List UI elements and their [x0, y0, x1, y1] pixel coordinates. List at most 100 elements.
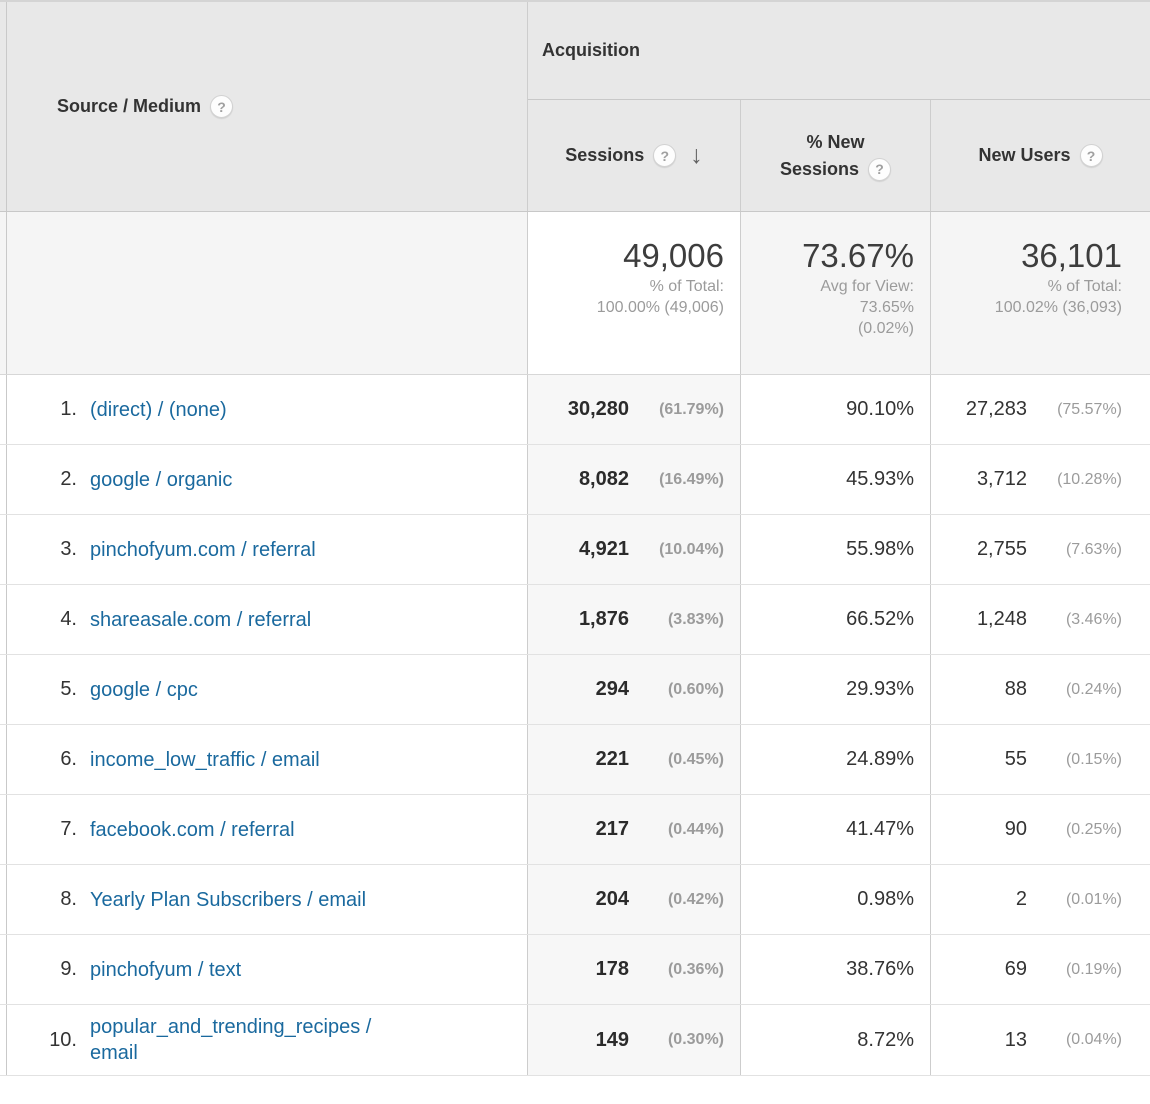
table-body: 1. (direct) / (none) 30,280 (61.79%) 90.…: [0, 375, 1150, 1076]
sessions-total: 49,006: [528, 236, 724, 276]
pct-new-sessions-value: 66.52%: [846, 608, 914, 631]
source-medium-link[interactable]: pinchofyum / text: [90, 957, 241, 983]
pct-new-sessions-value: 41.47%: [846, 818, 914, 841]
sessions-header-label[interactable]: Sessions: [565, 145, 644, 166]
new-users-cell: 1,248 (3.46%): [931, 585, 1150, 654]
table-row: 4. shareasale.com / referral 1,876 (3.83…: [0, 585, 1150, 655]
summary-new-users-cell: 36,101 % of Total: 100.02% (36,093): [931, 212, 1150, 374]
left-gutter: [0, 2, 7, 211]
pct-new-sessions-cell: 38.76%: [741, 935, 931, 1004]
new-users-percent: (0.01%): [1027, 891, 1122, 909]
dimension-cell: 5. google / cpc: [7, 655, 528, 724]
pct-new-sessions-value: 8.72%: [857, 1029, 914, 1052]
source-medium-link[interactable]: popular_and_trending_recipes / email: [90, 1014, 390, 1066]
pct-new-sessions-cell: 8.72%: [741, 1005, 931, 1075]
left-gutter: [0, 655, 7, 724]
sessions-cell: 4,921 (10.04%): [528, 515, 741, 584]
source-medium-link[interactable]: Yearly Plan Subscribers / email: [90, 887, 366, 913]
left-gutter: [0, 725, 7, 794]
sessions-percent: (0.60%): [629, 681, 724, 699]
sessions-value: 221: [596, 748, 629, 771]
new-users-value: 2,755: [977, 538, 1027, 561]
table-row: 3. pinchofyum.com / referral 4,921 (10.0…: [0, 515, 1150, 585]
sort-descending-icon[interactable]: ↓: [690, 143, 703, 168]
sessions-percent: (0.36%): [629, 961, 724, 979]
new-users-value: 13: [1005, 1029, 1027, 1052]
new-users-value: 27,283: [966, 398, 1027, 421]
source-medium-link[interactable]: facebook.com / referral: [90, 817, 295, 843]
pct-new-sessions-delta: (0.02%): [741, 318, 914, 339]
table-header: Source / Medium ? Acquisition Sessions ?…: [0, 2, 1150, 212]
source-medium-link[interactable]: pinchofyum.com / referral: [90, 537, 316, 563]
new-users-value: 69: [1005, 958, 1027, 981]
row-rank: 7.: [7, 818, 77, 841]
sessions-cell: 204 (0.42%): [528, 865, 741, 934]
sessions-value: 4,921: [579, 538, 629, 561]
new-users-value: 55: [1005, 748, 1027, 771]
sessions-cell: 221 (0.45%): [528, 725, 741, 794]
new-users-value: 3,712: [977, 468, 1027, 491]
table-row: 9. pinchofyum / text 178 (0.36%) 38.76% …: [0, 935, 1150, 1005]
sessions-total-detail: 100.00% (49,006): [528, 297, 724, 318]
sessions-percent: (0.42%): [629, 891, 724, 909]
pct-new-sessions-cell: 29.93%: [741, 655, 931, 724]
pct-new-sessions-cell: 45.93%: [741, 445, 931, 514]
pct-new-sessions-value: 55.98%: [846, 538, 914, 561]
column-header-pct-new-sessions[interactable]: % New Sessions?: [741, 100, 931, 211]
new-users-header-label[interactable]: New Users: [978, 145, 1070, 166]
sessions-percent: (0.45%): [629, 751, 724, 769]
dimension-header-label[interactable]: Source / Medium: [57, 96, 201, 117]
left-gutter: [0, 515, 7, 584]
pct-new-sessions-caption: Avg for View:: [741, 276, 914, 297]
row-rank: 3.: [7, 538, 77, 561]
help-icon[interactable]: ?: [210, 95, 233, 118]
pct-new-sessions-cell: 41.47%: [741, 795, 931, 864]
column-header-new-users[interactable]: New Users ?: [931, 100, 1150, 211]
help-icon[interactable]: ?: [1080, 144, 1103, 167]
sessions-percent: (16.49%): [629, 471, 724, 489]
sessions-value: 204: [596, 888, 629, 911]
new-users-cell: 13 (0.04%): [931, 1005, 1150, 1075]
source-medium-link[interactable]: google / organic: [90, 467, 232, 493]
row-rank: 4.: [7, 608, 77, 631]
sessions-cell: 178 (0.36%): [528, 935, 741, 1004]
pct-new-sessions-header-label[interactable]: % New Sessions?: [770, 129, 902, 183]
table-row: 1. (direct) / (none) 30,280 (61.79%) 90.…: [0, 375, 1150, 445]
sessions-value: 178: [596, 958, 629, 981]
source-medium-link[interactable]: google / cpc: [90, 677, 198, 703]
source-medium-link[interactable]: (direct) / (none): [90, 397, 227, 423]
sessions-cell: 8,082 (16.49%): [528, 445, 741, 514]
left-gutter: [0, 865, 7, 934]
new-users-percent: (10.28%): [1027, 471, 1122, 489]
new-users-value: 90: [1005, 818, 1027, 841]
sessions-cell: 294 (0.60%): [528, 655, 741, 724]
sessions-value: 217: [596, 818, 629, 841]
table-row: 8. Yearly Plan Subscribers / email 204 (…: [0, 865, 1150, 935]
help-icon[interactable]: ?: [653, 144, 676, 167]
dimension-cell: 8. Yearly Plan Subscribers / email: [7, 865, 528, 934]
left-gutter: [0, 212, 7, 374]
pct-new-sessions-cell: 66.52%: [741, 585, 931, 654]
source-medium-link[interactable]: income_low_traffic / email: [90, 747, 320, 773]
help-icon[interactable]: ?: [868, 158, 891, 181]
new-users-percent: (7.63%): [1027, 541, 1122, 559]
sessions-percent: (3.83%): [629, 611, 724, 629]
new-users-percent: (0.04%): [1027, 1031, 1122, 1049]
pct-new-sessions-cell: 55.98%: [741, 515, 931, 584]
left-gutter: [0, 585, 7, 654]
new-users-value: 2: [1016, 888, 1027, 911]
table-row: 7. facebook.com / referral 217 (0.44%) 4…: [0, 795, 1150, 865]
pct-new-sessions-value: 45.93%: [846, 468, 914, 491]
column-header-sessions[interactable]: Sessions ? ↓: [528, 100, 741, 211]
left-gutter: [0, 445, 7, 514]
pct-new-sessions-value: 90.10%: [846, 398, 914, 421]
sessions-value: 8,082: [579, 468, 629, 491]
source-medium-link[interactable]: shareasale.com / referral: [90, 607, 311, 633]
dimension-column-header[interactable]: Source / Medium ?: [7, 2, 528, 211]
row-rank: 10.: [7, 1029, 77, 1052]
acquisition-table: Source / Medium ? Acquisition Sessions ?…: [0, 0, 1150, 1087]
left-gutter: [0, 935, 7, 1004]
sessions-value: 294: [596, 678, 629, 701]
sessions-cell: 1,876 (3.83%): [528, 585, 741, 654]
sessions-percent: (10.04%): [629, 541, 724, 559]
